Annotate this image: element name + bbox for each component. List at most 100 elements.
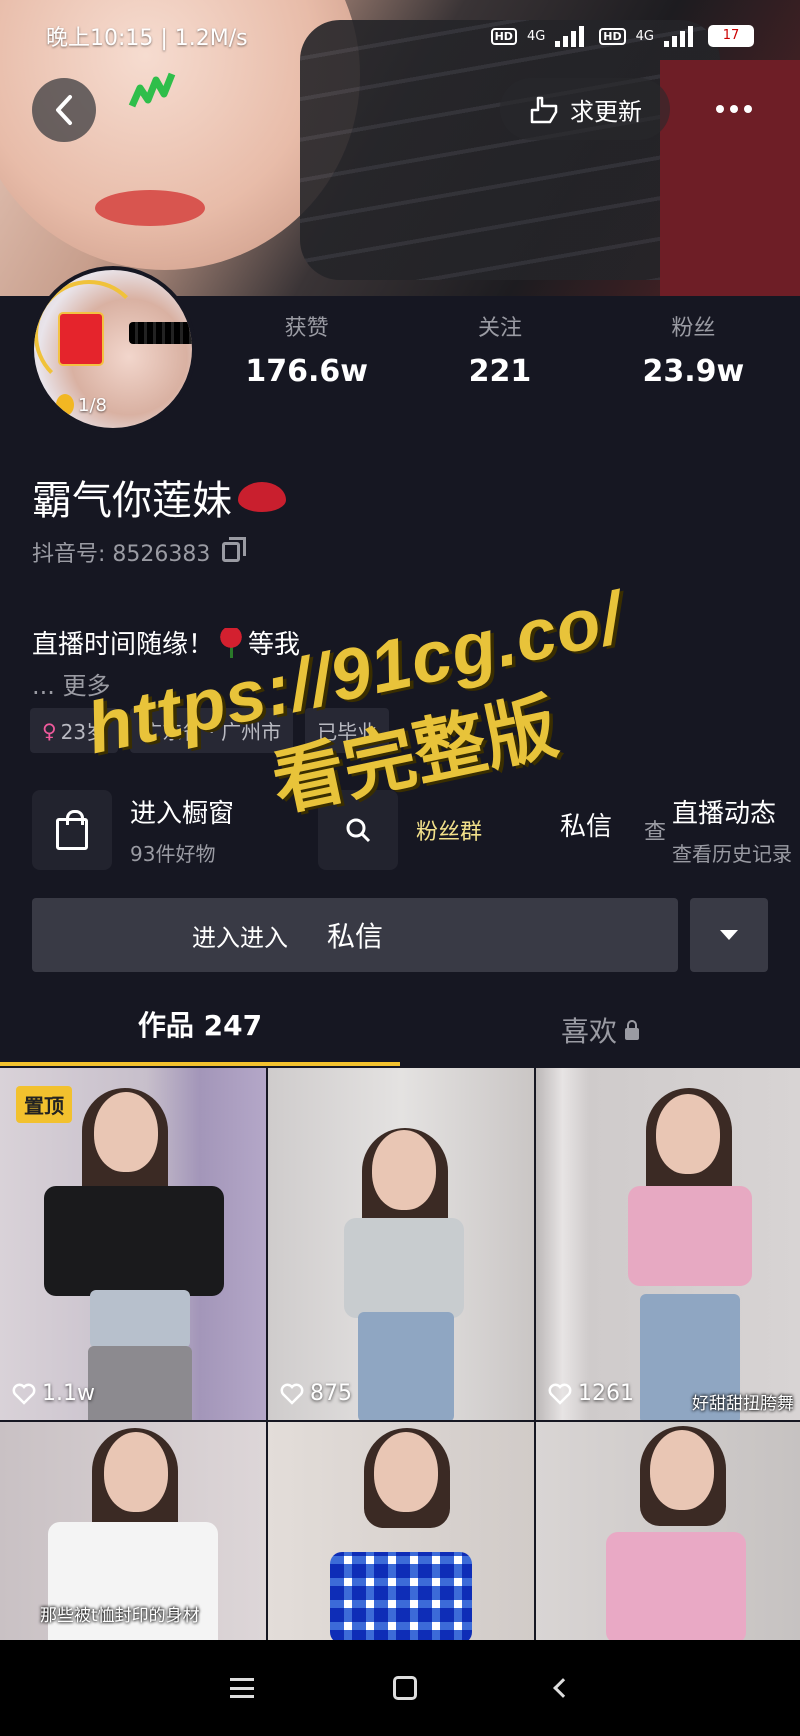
message-label-ghost: 私信 — [560, 812, 613, 842]
live-history-prefix: 查 — [644, 788, 666, 872]
chevron-left-icon — [56, 95, 72, 125]
tab-likes-label: 喜欢 — [560, 1015, 617, 1048]
hd-icon-2: HD — [599, 27, 626, 45]
figure-grey-top — [344, 1218, 464, 1318]
lock-icon — [625, 1020, 639, 1040]
shop-title: 进入橱窗 — [130, 799, 235, 829]
hd-icon: HD — [490, 27, 517, 45]
stat-likes[interactable]: 获赞 176.6w — [210, 310, 403, 389]
network-type-1: 4G — [526, 28, 546, 44]
video-thumbnail[interactable]: 那些被t恤封印的身材 — [0, 1422, 266, 1644]
video-likes-count: 875 — [310, 1381, 352, 1406]
signal-icon-2 — [664, 25, 698, 47]
request-update-label: 求更新 — [570, 97, 642, 126]
douyin-id-text: 抖音号: 8526383 — [32, 542, 211, 567]
bio-text-suffix: 等我 — [248, 630, 301, 660]
more-options-button[interactable] — [704, 84, 764, 134]
bio-text: 直播时间随缘！ — [32, 630, 215, 660]
female-icon: ♀ — [42, 718, 57, 743]
pinned-badge: 置顶 — [16, 1086, 72, 1123]
content-tabs: 作品 247 喜欢 — [0, 996, 800, 1068]
pixel-glasses-icon — [129, 322, 192, 344]
video-likes: 1261 — [548, 1381, 634, 1406]
profile-actions: 进入进入 私信 — [32, 898, 768, 972]
stat-value: 176.6w — [245, 354, 368, 389]
signal-icon — [555, 25, 589, 47]
nickname-text: 霸气你莲妹 — [32, 478, 232, 524]
coin-icon — [56, 394, 74, 416]
stat-label: 获赞 — [284, 316, 329, 341]
status-icons: HD 4G HD 4G 17 — [490, 25, 754, 47]
stat-label: 粉丝 — [671, 316, 716, 341]
message-button[interactable]: 进入进入 私信 — [32, 898, 678, 972]
dropdown-arrow-icon — [720, 930, 738, 940]
red-packet-icon — [58, 312, 104, 366]
shopping-bag-icon — [56, 810, 88, 850]
status-bar: 晚上10:15 | 1.2M/s HD 4G HD 4G 17 — [0, 0, 800, 72]
request-update-button[interactable]: 求更新 — [500, 78, 670, 140]
network-type-2: 4G — [635, 28, 654, 44]
figure-head — [94, 1092, 158, 1172]
more-dot-icon — [730, 105, 738, 113]
profile-tags: ♀ 23岁 广东省 · 广州市 已毕业 — [30, 708, 390, 753]
stat-followers[interactable]: 粉丝 23.9w — [597, 310, 790, 389]
tag-location: 广东省 · 广州市 — [130, 708, 294, 753]
video-likes: 1.1w — [12, 1381, 95, 1406]
stat-label: 关注 — [477, 316, 522, 341]
profile-stats: 获赞 176.6w 关注 221 粉丝 23.9w — [210, 310, 790, 389]
video-thumbnail[interactable]: 875 — [268, 1068, 534, 1420]
tag-age: ♀ 23岁 — [30, 708, 119, 753]
live-prefix-text: 查 — [644, 820, 667, 845]
figure-black-top — [44, 1186, 224, 1296]
video-caption: 好甜甜扭胯舞 — [692, 1394, 794, 1414]
live-history-entry[interactable]: 直播动态 查看历史记录 — [672, 788, 800, 872]
message-button-label: 私信 — [326, 920, 383, 953]
system-nav-bar — [0, 1640, 800, 1736]
copy-icon[interactable] — [222, 537, 247, 562]
more-dot-icon — [744, 105, 752, 113]
video-grid: 置顶 1.1w 875 1261 好甜甜扭胯舞 那些被t恤封印的身材 — [0, 1068, 800, 1644]
figure-legs — [88, 1346, 192, 1420]
video-thumbnail[interactable]: 置顶 1.1w — [0, 1068, 266, 1420]
figure-head — [372, 1130, 436, 1210]
shop-window-entry[interactable]: 进入橱窗 93件好物 — [32, 788, 332, 872]
fan-group-title: 粉丝群 — [416, 820, 483, 845]
heart-icon — [280, 1383, 304, 1405]
menu-icon[interactable] — [229, 1678, 254, 1698]
lips-icon — [238, 482, 286, 512]
figure-head — [374, 1432, 438, 1512]
home-icon[interactable] — [392, 1676, 417, 1700]
status-time: 晚上10:15 | 1.2M/s — [46, 26, 248, 51]
rose-icon — [220, 627, 243, 658]
more-dot-icon — [716, 105, 724, 113]
figure-head — [656, 1094, 720, 1174]
active-tab-indicator — [0, 1062, 400, 1066]
pointing-hand-icon — [530, 96, 558, 124]
stat-value: 221 — [468, 354, 532, 389]
figure-pink-top — [606, 1532, 746, 1644]
bio-more-link[interactable]: ... 更多 — [32, 666, 111, 701]
live-title: 直播动态 — [672, 799, 777, 829]
figure-pink-top — [628, 1186, 752, 1286]
video-thumbnail[interactable]: 1261 好甜甜扭胯舞 — [536, 1068, 800, 1420]
tab-likes[interactable]: 喜欢 — [400, 996, 800, 1068]
heart-icon — [12, 1383, 36, 1405]
avatar[interactable]: 1/8 — [30, 266, 196, 432]
back-icon[interactable] — [553, 1678, 574, 1698]
figure-jeans — [358, 1312, 454, 1420]
figure-head — [104, 1432, 168, 1512]
banner-photo-lips — [95, 190, 205, 226]
douyin-id: 抖音号: 8526383 — [32, 536, 247, 568]
back-button[interactable] — [32, 78, 96, 142]
more-actions-dropdown[interactable] — [690, 898, 768, 972]
figure-head — [650, 1430, 714, 1510]
tag-education: 已毕业 — [305, 708, 390, 753]
avatar-counter: 1/8 — [56, 394, 107, 416]
figure-gingham-top — [330, 1552, 472, 1644]
stat-following[interactable]: 关注 221 — [403, 310, 596, 389]
profile-bio: 直播时间随缘！ 等我 — [32, 624, 300, 661]
video-thumbnail[interactable] — [268, 1422, 534, 1644]
tab-works[interactable]: 作品 247 — [0, 996, 400, 1068]
video-thumbnail[interactable] — [536, 1422, 800, 1644]
battery-icon: 17 — [708, 25, 754, 47]
